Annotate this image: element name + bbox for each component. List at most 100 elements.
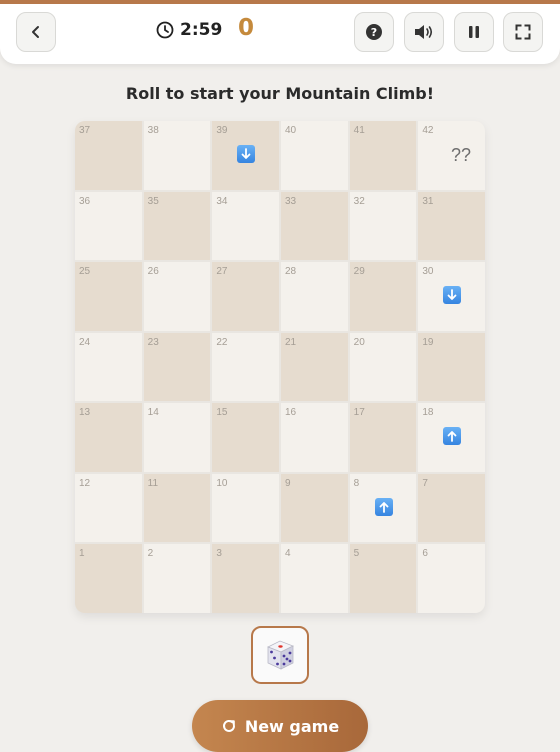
board-cell: 27 <box>212 262 279 331</box>
back-button[interactable] <box>16 12 56 52</box>
board-cell: 35 <box>143 191 211 261</box>
board-cell: 29 <box>349 262 417 331</box>
board-cell: 40 <box>280 121 348 190</box>
cell-number: 9 <box>284 477 291 489</box>
dice-icon <box>267 640 294 670</box>
board-cell: 13 <box>75 403 142 472</box>
cell-number: 41 <box>353 125 365 136</box>
timer: 2:59 <box>156 20 222 40</box>
board-cell: 39 <box>212 121 279 190</box>
board-cell: 19 <box>418 332 485 402</box>
mystery-label: ?? <box>450 145 471 165</box>
arrow-up-icon <box>443 427 462 446</box>
cell-number: 30 <box>422 266 434 278</box>
cell-number: 40 <box>284 125 297 136</box>
cell-number: 25 <box>79 266 91 278</box>
board-cell: 41 <box>349 121 417 190</box>
accent-strip <box>0 0 560 4</box>
board-cell: 28 <box>280 262 348 331</box>
speaker-icon <box>415 25 433 39</box>
fullscreen-button[interactable] <box>503 12 543 52</box>
cell-number: 12 <box>79 477 91 489</box>
help-button[interactable]: ? <box>354 12 394 52</box>
cell-number: 23 <box>147 336 159 348</box>
timer-value: 2:59 <box>180 20 223 40</box>
cell-number: 7 <box>422 477 428 489</box>
board-cell: 7 <box>418 473 485 543</box>
question-icon: ? <box>366 24 382 40</box>
restart-icon <box>222 719 235 732</box>
board-cell: 8 <box>349 473 417 543</box>
cell-number: 42 <box>422 125 434 136</box>
board-cell: 18 <box>418 403 485 472</box>
board-cell: 1 <box>75 544 142 613</box>
board-cell: 24 <box>75 332 142 402</box>
cell-number: 32 <box>353 195 365 207</box>
cell-number: 36 <box>79 195 91 207</box>
chevron-left-icon <box>32 26 39 38</box>
cell-number: 31 <box>422 195 434 207</box>
svg-text:?: ? <box>371 26 377 39</box>
board-cell: 17 <box>349 403 417 472</box>
cell-number: 10 <box>216 477 228 489</box>
new-game-label: New game <box>244 716 340 736</box>
board-cell: 34 <box>212 191 279 261</box>
board-cell: 14 <box>143 403 211 472</box>
cell-number: 17 <box>353 407 365 419</box>
sound-button[interactable] <box>404 12 444 52</box>
board-cell: 10 <box>212 473 279 543</box>
board-cell: 11 <box>143 473 211 543</box>
cell-number: 21 <box>284 336 297 348</box>
board-cell: 22 <box>212 332 279 402</box>
board-cell: 5 <box>349 544 417 613</box>
fullscreen-icon <box>515 24 531 40</box>
cell-number: 22 <box>216 336 228 348</box>
board-cell: 32 <box>349 191 417 261</box>
board-cell: 15 <box>212 403 279 472</box>
cell-number: 4 <box>284 548 291 560</box>
cell-number: 33 <box>284 195 297 207</box>
cell-number: 28 <box>284 266 297 278</box>
cell-number: 34 <box>216 195 228 207</box>
cell-number: 13 <box>79 407 91 419</box>
pause-button[interactable] <box>454 12 494 52</box>
board-cell: 36 <box>75 191 142 261</box>
pause-icon <box>469 26 479 38</box>
cell-number: 15 <box>216 407 228 419</box>
cell-number: 6 <box>422 548 428 560</box>
roll-dice-button[interactable] <box>251 626 309 684</box>
arrow-down-icon <box>443 286 462 305</box>
clock-icon <box>156 21 174 39</box>
board-cell: 38 <box>143 121 211 190</box>
cell-number: 38 <box>147 125 159 136</box>
arrow-down-icon <box>237 145 256 163</box>
cell-number: 27 <box>216 266 228 278</box>
top-bar: 2:59 0 ? <box>0 0 560 64</box>
board-cell: 30 <box>418 262 485 331</box>
cell-number: 26 <box>147 266 159 278</box>
board-cell: 16 <box>280 403 348 472</box>
arrow-up-icon <box>374 497 393 516</box>
board-cell: 31 <box>418 191 485 261</box>
cell-number: 24 <box>79 336 91 348</box>
cell-number: 20 <box>353 336 365 348</box>
cell-number: 29 <box>353 266 365 278</box>
board-cell: 4 <box>280 544 348 613</box>
score-value: 0 <box>238 15 255 41</box>
cell-number: 5 <box>353 548 360 560</box>
game-board: 37 38 39 40 41 42?? 36 35 34 33 32 31 25 26 27 28 29 30 24… <box>75 121 485 613</box>
new-game-button[interactable]: New game <box>192 700 368 752</box>
board-cell: 6 <box>418 544 485 613</box>
board-cell: 42?? <box>418 121 485 190</box>
cell-number: 18 <box>422 407 434 419</box>
cell-number: 37 <box>79 125 91 136</box>
cell-number: 11 <box>147 477 159 489</box>
board-cell: 9 <box>280 473 348 543</box>
cell-number: 8 <box>353 477 360 489</box>
board-cell: 37 <box>75 121 142 190</box>
board-cell: 23 <box>143 332 211 402</box>
board-cell: 21 <box>280 332 348 402</box>
board-cell: 12 <box>75 473 142 543</box>
status-message: Roll to start your Mountain Climb! <box>125 84 435 103</box>
cell-number: 3 <box>216 548 222 560</box>
